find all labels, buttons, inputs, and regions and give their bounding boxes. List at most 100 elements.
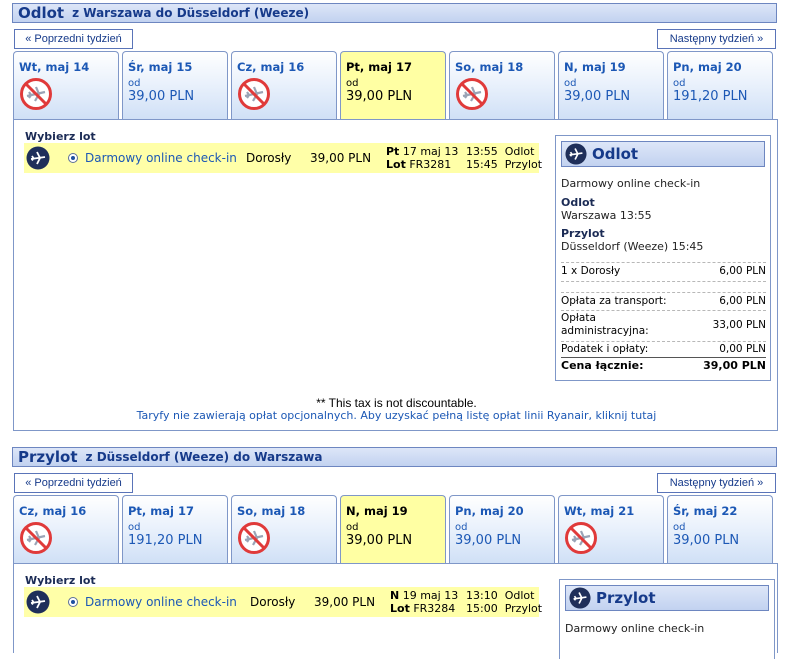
admin-label-2: administracyjna: (561, 325, 649, 337)
price-from-label: od (673, 78, 686, 89)
outbound-flight-row[interactable]: Darmowy online check-in Dorosły 39,00 PL… (24, 143, 542, 173)
plane-icon (569, 587, 591, 609)
day-label: Pn, maj 20 (673, 60, 742, 74)
tax-value: 0,00 PLN (719, 343, 766, 355)
summary-title: Przylot (596, 589, 656, 607)
outbound-day-5[interactable]: N, maj 19 od 39,00 PLN (558, 51, 664, 119)
summary-przylot-label: Przylot (561, 227, 605, 240)
return-prev-week-button[interactable]: « Poprzedni tydzień (14, 473, 133, 493)
no-flight-icon (564, 521, 663, 558)
price-from-label: od (346, 78, 359, 89)
flight-info: Pt 17 maj 13 Lot FR3281 (386, 145, 458, 171)
flight-times: 13:55 Odlot 15:45 Przylot (466, 145, 542, 171)
arrival-word: Przylot (504, 602, 543, 615)
departure-word: Odlot (504, 145, 535, 158)
outbound-day-4[interactable]: So, maj 18 (449, 51, 555, 119)
return-day-4[interactable]: Pn, maj 20 od 39,00 PLN (449, 495, 555, 563)
divider (561, 310, 766, 311)
return-header: Przylot z Düsseldorf (Weeze) do Warszawa (12, 447, 777, 467)
return-day-2[interactable]: So, maj 18 (231, 495, 337, 563)
outbound-day-2[interactable]: Cz, maj 16 (231, 51, 337, 119)
outbound-prev-week-button[interactable]: « Poprzedni tydzień (14, 29, 133, 49)
day-price: 39,00 PLN (346, 89, 413, 104)
no-flight-icon (237, 521, 336, 558)
outbound-price-summary: Odlot Darmowy online check-in Odlot Wars… (555, 135, 771, 381)
fare-name[interactable]: Darmowy online check-in (85, 595, 237, 609)
day-label: Pt, maj 17 (346, 60, 412, 74)
return-day-1[interactable]: Pt, maj 17 od 191,20 PLN (122, 495, 228, 563)
outbound-day-tabs: Wt, maj 14 Śr, maj 15 od 39,00 PLN Cz, m… (13, 51, 778, 119)
plane-icon (565, 143, 587, 165)
admin-value: 33,00 PLN (712, 319, 766, 331)
day-price: 39,00 PLN (128, 89, 195, 104)
day-abbr: Pt (386, 145, 400, 158)
total-value: 39,00 PLN (703, 359, 766, 372)
day-label: Śr, maj 15 (128, 60, 193, 74)
fare-name[interactable]: Darmowy online check-in (85, 151, 237, 165)
return-day-tabs: Cz, maj 16 Pt, maj 17 od 191,20 PLN So, … (13, 495, 778, 563)
outbound-route: z Warszawa do Düsseldorf (Weeze) (72, 6, 310, 20)
price-from-label: od (673, 522, 686, 533)
return-next-week-button[interactable]: Następny tydzień » (657, 473, 776, 493)
outbound-day-6[interactable]: Pn, maj 20 od 191,20 PLN (667, 51, 773, 119)
divider (561, 292, 766, 293)
return-day-0[interactable]: Cz, maj 16 (13, 495, 119, 563)
flight-price: 39,00 PLN (310, 151, 372, 165)
return-flight-row[interactable]: Darmowy online check-in Dorosły 39,00 PL… (24, 587, 542, 617)
flight-radio-button[interactable] (68, 597, 78, 607)
price-from-label: od (128, 78, 141, 89)
departure-time: 13:10 (466, 589, 498, 602)
summary-fare: Darmowy online check-in (565, 622, 705, 635)
arrival-word: Przylot (504, 158, 543, 171)
day-price: 39,00 PLN (564, 89, 631, 104)
day-price: 191,20 PLN (128, 533, 203, 548)
summary-admin-row: Opłata administracyjna: 33,00 PLN (561, 312, 766, 338)
return-flights-panel: Wybierz lot Darmowy online check-in Doro… (13, 563, 778, 659)
day-label: Cz, maj 16 (237, 60, 305, 74)
summary-odlot-value: Warszawa 13:55 (561, 209, 652, 222)
outbound-header: Odlot z Warszawa do Düsseldorf (Weeze) (12, 3, 777, 23)
flight-number: FR3284 (413, 602, 456, 615)
flight-info: N 19 maj 13 Lot FR3284 (390, 589, 458, 615)
outbound-day-1[interactable]: Śr, maj 15 od 39,00 PLN (122, 51, 228, 119)
flight-radio-button[interactable] (68, 153, 78, 163)
day-label: So, maj 18 (237, 504, 306, 518)
day-abbr: N (390, 589, 400, 602)
arrival-time: 15:00 (466, 602, 498, 615)
passenger-type: Dorosły (250, 595, 296, 609)
choose-flight-label: Wybierz lot (25, 574, 96, 587)
day-price: 191,20 PLN (673, 89, 748, 104)
summary-title: Odlot (592, 145, 639, 163)
divider (561, 357, 766, 358)
divider (561, 341, 766, 342)
summary-fare: Darmowy online check-in (561, 177, 701, 190)
flight-number: FR3281 (409, 158, 452, 171)
pax-value: 6,00 PLN (719, 265, 766, 277)
day-label: So, maj 18 (455, 60, 524, 74)
price-from-label: od (128, 522, 141, 533)
no-flight-icon (237, 77, 336, 114)
choose-flight-label: Wybierz lot (25, 130, 96, 143)
return-title: Przylot (18, 448, 78, 466)
day-label: Śr, maj 22 (673, 504, 738, 518)
divider (561, 262, 766, 263)
day-label: Wt, maj 14 (19, 60, 90, 74)
return-day-3[interactable]: N, maj 19 od 39,00 PLN (340, 495, 446, 563)
return-day-6[interactable]: Śr, maj 22 od 39,00 PLN (667, 495, 773, 563)
return-day-5[interactable]: Wt, maj 21 (558, 495, 664, 563)
day-label: Cz, maj 16 (19, 504, 87, 518)
outbound-day-3[interactable]: Pt, maj 17 od 39,00 PLN (340, 51, 446, 119)
outbound-next-week-button[interactable]: Następny tydzień » (657, 29, 776, 49)
day-price: 39,00 PLN (673, 533, 740, 548)
day-label: N, maj 19 (564, 60, 626, 74)
flight-price: 39,00 PLN (314, 595, 376, 609)
outbound-day-0[interactable]: Wt, maj 14 (13, 51, 119, 119)
no-flight-icon (19, 521, 118, 558)
admin-label-1: Opłata (561, 312, 596, 324)
summary-total-row: Cena łącznie: 39,00 PLN (561, 359, 766, 372)
no-flight-icon (19, 77, 118, 114)
fees-link[interactable]: Taryfy nie zawierają opłat opcjonalnych.… (14, 409, 779, 422)
flight-times: 13:10 Odlot 15:00 Przylot (466, 589, 542, 615)
departure-word: Odlot (504, 589, 535, 602)
summary-header: Odlot (561, 141, 765, 167)
